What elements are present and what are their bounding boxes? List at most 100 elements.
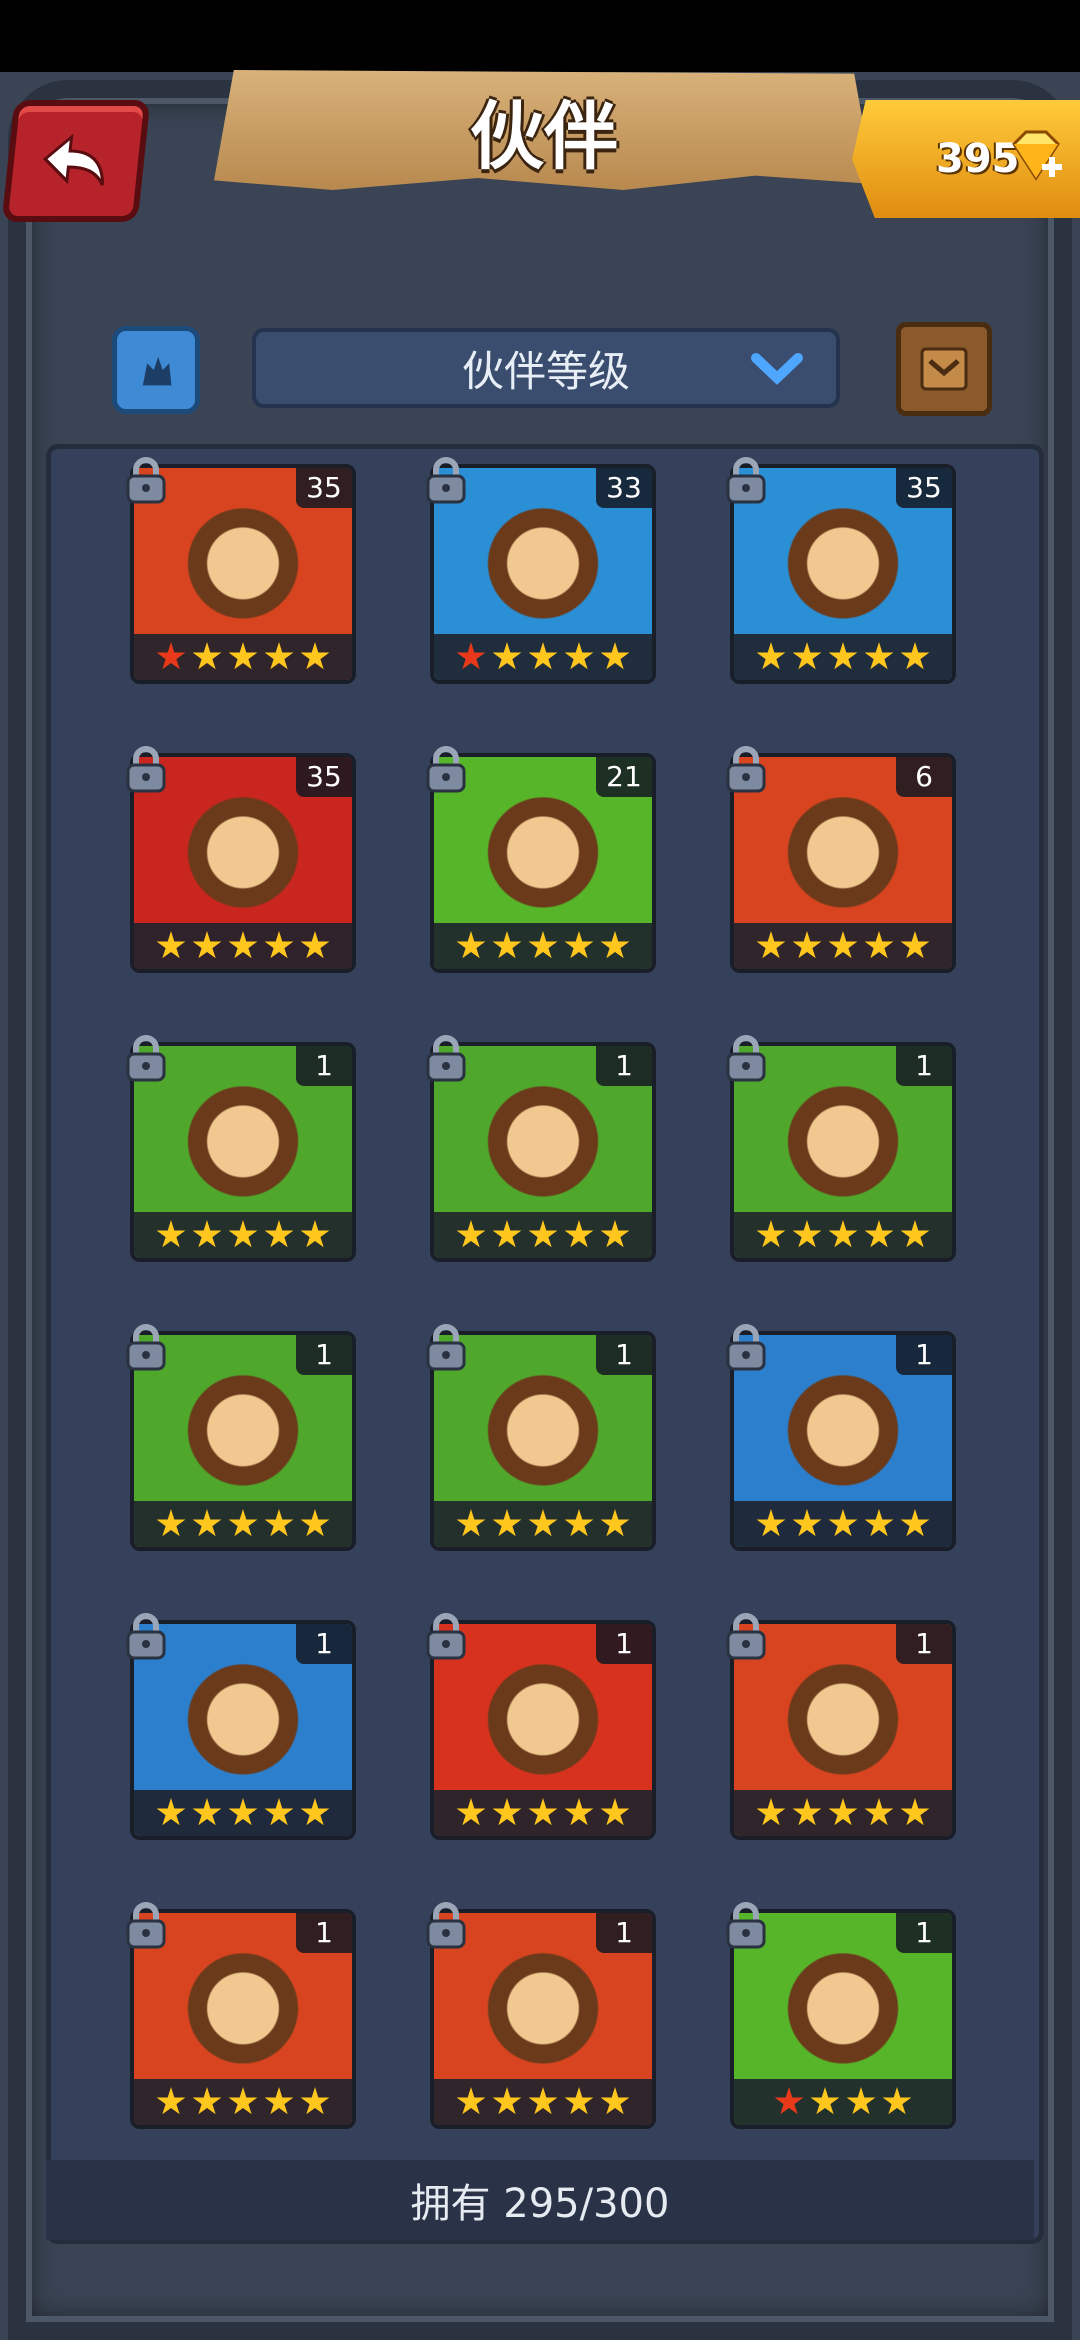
- star-rating: [734, 1790, 952, 1836]
- sort-dropdown[interactable]: 伙伴等级: [252, 328, 840, 408]
- star-icon: [528, 1220, 558, 1248]
- star-icon: [600, 1798, 630, 1826]
- hero-filter-icon: [142, 356, 172, 386]
- lock-icon[interactable]: [722, 1323, 770, 1373]
- star-icon: [264, 1509, 294, 1537]
- lock-icon[interactable]: [122, 1323, 170, 1373]
- star-rating: [434, 634, 652, 680]
- gem-plus-icon: [1012, 130, 1062, 181]
- star-icon: [756, 1220, 786, 1248]
- lock-icon[interactable]: [422, 1901, 470, 1951]
- hero-level: 1: [596, 1046, 652, 1086]
- star-icon: [564, 1509, 594, 1537]
- hero-level: 21: [596, 757, 652, 797]
- star-icon: [456, 931, 486, 959]
- hero-level: 1: [896, 1913, 952, 1953]
- lock-icon[interactable]: [422, 1034, 470, 1084]
- star-icon: [300, 642, 330, 670]
- star-icon: [264, 1220, 294, 1248]
- lock-icon[interactable]: [122, 1034, 170, 1084]
- star-rating: [734, 1212, 952, 1258]
- star-icon: [600, 642, 630, 670]
- hero-level: 1: [596, 1335, 652, 1375]
- star-rating: [134, 1501, 352, 1547]
- lock-icon[interactable]: [722, 745, 770, 795]
- star-icon: [828, 1798, 858, 1826]
- star-icon: [228, 642, 258, 670]
- star-icon: [456, 1220, 486, 1248]
- hero-level: 1: [296, 1046, 352, 1086]
- lock-icon[interactable]: [122, 456, 170, 506]
- star-rating: [434, 923, 652, 969]
- lock-icon[interactable]: [122, 745, 170, 795]
- star-icon: [492, 931, 522, 959]
- owned-count: 拥有 295/300: [410, 2181, 670, 2227]
- lock-icon[interactable]: [722, 1901, 770, 1951]
- star-icon: [792, 1509, 822, 1537]
- star-icon: [192, 1509, 222, 1537]
- gem-counter[interactable]: 395: [852, 100, 1080, 218]
- star-icon: [156, 931, 186, 959]
- star-icon: [300, 1220, 330, 1248]
- hero-level: 1: [896, 1624, 952, 1664]
- star-icon: [828, 1220, 858, 1248]
- star-icon: [528, 1798, 558, 1826]
- star-icon: [228, 1509, 258, 1537]
- star-icon: [900, 1509, 930, 1537]
- star-icon: [864, 1509, 894, 1537]
- lock-icon[interactable]: [722, 1612, 770, 1662]
- star-icon: [864, 1220, 894, 1248]
- star-icon: [264, 642, 294, 670]
- star-icon: [792, 1220, 822, 1248]
- star-icon: [792, 642, 822, 670]
- star-icon: [492, 642, 522, 670]
- lock-icon[interactable]: [722, 1034, 770, 1084]
- star-rating: [434, 2079, 652, 2125]
- star-icon: [600, 931, 630, 959]
- star-rating: [134, 634, 352, 680]
- star-rating: [134, 2079, 352, 2125]
- star-icon: [564, 1798, 594, 1826]
- star-icon: [900, 1798, 930, 1826]
- star-icon: [600, 2087, 630, 2115]
- star-icon: [864, 1798, 894, 1826]
- scroll-map-button[interactable]: [896, 322, 992, 416]
- star-icon: [774, 2087, 804, 2115]
- hero-level: 35: [296, 468, 352, 508]
- star-icon: [828, 642, 858, 670]
- star-rating: [434, 1501, 652, 1547]
- star-rating: [134, 1790, 352, 1836]
- star-icon: [564, 1220, 594, 1248]
- star-icon: [264, 2087, 294, 2115]
- hero-level: 33: [596, 468, 652, 508]
- star-icon: [810, 2087, 840, 2115]
- star-icon: [192, 642, 222, 670]
- star-icon: [792, 931, 822, 959]
- star-icon: [456, 1798, 486, 1826]
- star-icon: [756, 642, 786, 670]
- lock-icon[interactable]: [422, 1612, 470, 1662]
- hero-level: 1: [296, 1624, 352, 1664]
- sort-label: 伙伴等级: [461, 346, 630, 396]
- star-icon: [300, 2087, 330, 2115]
- star-icon: [300, 1509, 330, 1537]
- back-button[interactable]: [1, 100, 151, 222]
- lock-icon[interactable]: [122, 1901, 170, 1951]
- lock-icon[interactable]: [422, 456, 470, 506]
- star-icon: [828, 1509, 858, 1537]
- owned-footer: 拥有 295/300: [46, 2160, 1034, 2240]
- lock-icon[interactable]: [422, 1323, 470, 1373]
- star-icon: [228, 1220, 258, 1248]
- star-rating: [734, 634, 952, 680]
- star-icon: [492, 1220, 522, 1248]
- lock-icon[interactable]: [722, 456, 770, 506]
- lock-icon[interactable]: [122, 1612, 170, 1662]
- lock-icon[interactable]: [422, 745, 470, 795]
- star-icon: [456, 2087, 486, 2115]
- title-banner: 伙伴: [214, 70, 874, 190]
- filter-button[interactable]: [112, 326, 200, 414]
- star-icon: [156, 2087, 186, 2115]
- star-icon: [864, 642, 894, 670]
- star-icon: [756, 1798, 786, 1826]
- star-icon: [192, 931, 222, 959]
